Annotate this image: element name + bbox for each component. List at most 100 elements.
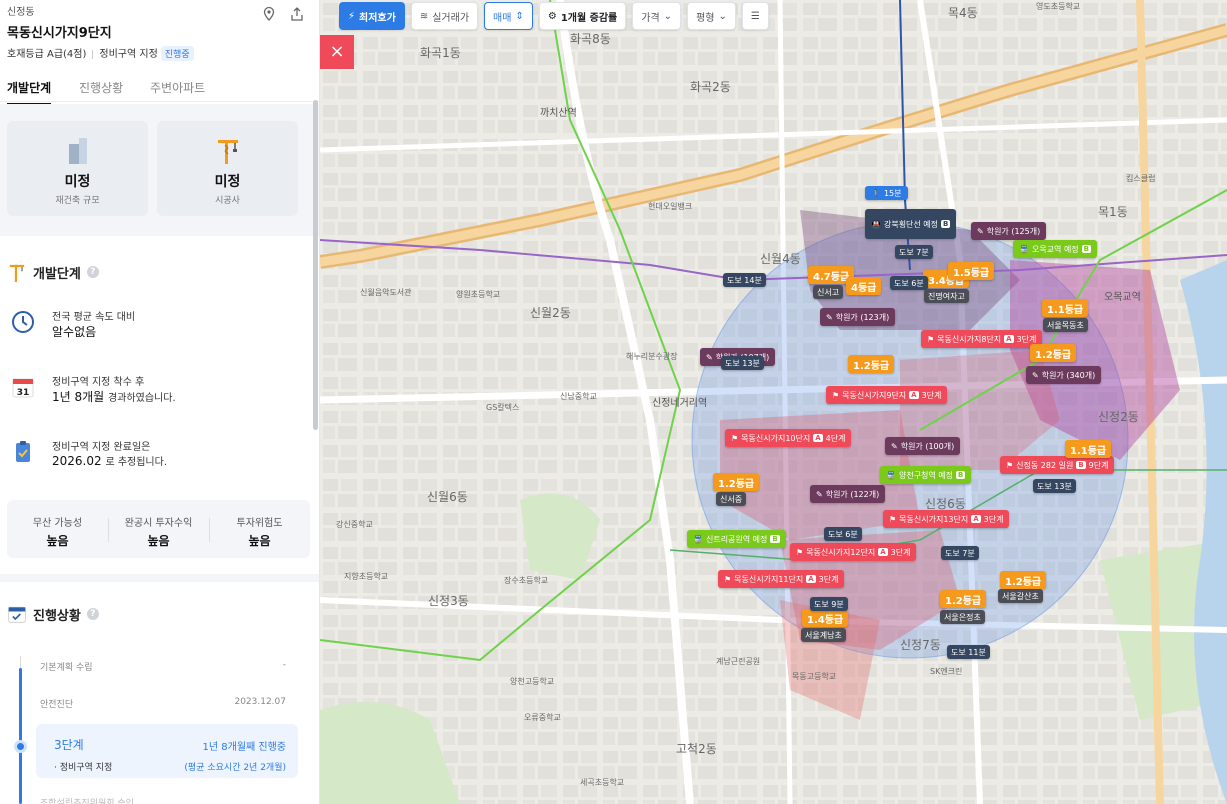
poi-label: 목동고등학교	[792, 672, 837, 681]
complex-label[interactable]: ⚑ 목동신시가지13단지 A 3단계	[883, 510, 1010, 528]
complex-label[interactable]: ⚑ 신정동 282 일원 B 9단계	[1000, 456, 1115, 474]
complex-label[interactable]: ⚑ 목동신시가지11단지 A 3단계	[718, 570, 845, 588]
filter-change-rate[interactable]: ⚙ 1개월 증감률	[538, 2, 627, 30]
poi-label: SK엔크린	[930, 667, 963, 676]
rail-label[interactable]: 🚇 강북횡단선 예정 B	[865, 209, 957, 239]
location-pin-icon[interactable]	[261, 6, 277, 22]
academy-label[interactable]: ✎ 학원가 (122개)	[810, 485, 886, 503]
academy-label[interactable]: ✎ 학원가 (340개)	[1026, 366, 1102, 384]
completion-value: 2026.02 로 추정됩니다.	[52, 453, 167, 468]
rebuild-scale-value: 미정	[64, 174, 91, 190]
grade-marker[interactable]: 1.1등급	[1042, 299, 1089, 317]
station-chip[interactable]: 🚆 신트리공원역 예정 B	[687, 530, 786, 548]
status-badge: 진행중	[160, 46, 194, 61]
panel-scrollbar[interactable]	[313, 100, 318, 430]
academy-label[interactable]: ✎ 학원가 (125개)	[971, 222, 1047, 240]
poi-label: 현대오일뱅크	[648, 202, 693, 211]
map-view[interactable]: 화곡1동 화곡8동 화곡2동 까치산역 신월4동 신월2동 신월6동 신정3동 …	[320, 0, 1227, 804]
complex-label[interactable]: ⚑ 목동신시가지9단지 A 3단계	[826, 386, 948, 404]
complex-label[interactable]: ⚑ 목동신시가지10단지 A 4단계	[725, 429, 852, 447]
complex-tag: A	[1004, 335, 1014, 343]
dev-stage-section-title: 개발단계 ?	[7, 262, 99, 282]
grade-marker[interactable]: 1.2등급	[1000, 571, 1047, 589]
poi-label: 양천고등학교	[510, 677, 555, 686]
dong-label: 신정동	[7, 7, 35, 18]
grade-marker[interactable]: 1.4등급	[802, 609, 849, 627]
grade-line: 호재등급 A급(4점) 정비구역 지정 진행중	[7, 45, 194, 61]
place-label: 신월2동	[530, 306, 571, 320]
grade-marker[interactable]: 1.1등급	[1065, 440, 1112, 458]
walk-label: 도보 6분	[824, 527, 862, 541]
tab-bar: 개발단계 진행상황 주변아파트	[0, 72, 319, 105]
chevron-down-icon: ⌄	[718, 10, 727, 22]
timeline-item-safety-check: 안전진단	[40, 700, 74, 710]
academy-label[interactable]: ✎ 학원가 (123개)	[820, 308, 896, 326]
calendar-day: 31	[17, 388, 30, 398]
poi-label: 해누리분수광장	[626, 352, 678, 361]
filter-trade-type[interactable]: 매매 ⇕	[484, 2, 533, 30]
timeline-date: 2023.12.07	[234, 697, 286, 707]
map-canvas[interactable]	[320, 0, 1227, 804]
tab-nearby-apartments[interactable]: 주변아파트	[150, 79, 205, 96]
grade-marker[interactable]: 1.2등급	[848, 355, 895, 373]
filter-label: 평형	[696, 12, 715, 24]
grade-marker[interactable]: 1.2등급	[940, 590, 987, 608]
share-icon[interactable]	[289, 6, 305, 22]
tab-dev-stage[interactable]: 개발단계	[7, 79, 52, 105]
walk-icon: 🚶	[871, 188, 881, 198]
timeline-current-dot	[14, 740, 27, 753]
academy-text: 학원가 (122개)	[825, 489, 880, 499]
flag-icon: ⚑	[889, 514, 897, 524]
current-designation: · 정비구역 지정	[54, 763, 113, 773]
grade-marker[interactable]: 1.5등급	[948, 262, 995, 280]
station-tag: B	[1081, 245, 1092, 253]
complex-stage: 4단계	[825, 433, 846, 443]
place-label: 목4동	[948, 6, 978, 20]
grade-marker[interactable]: 1.2등급	[713, 473, 760, 491]
help-icon[interactable]: ?	[86, 608, 99, 620]
complex-label[interactable]: ⚑ 목동신시가지12단지 A 3단계	[790, 543, 917, 561]
clipboard-icon	[16, 441, 30, 462]
filter-label: 매매	[493, 12, 512, 24]
complex-text: 목동신시가지13단지	[899, 514, 969, 524]
filter-real-price[interactable]: ≋ 실거래가	[410, 2, 479, 30]
train-icon: 🚆	[886, 470, 896, 480]
flag-icon: ⚑	[731, 433, 739, 443]
academy-text: 학원가 (340개)	[1041, 370, 1096, 380]
filter-price[interactable]: 가격 ⌄	[632, 2, 682, 30]
walk-label: 도보 13분	[721, 356, 764, 370]
stat-label: 투자위험도	[236, 518, 283, 529]
filter-lowest-price[interactable]: ⚡ 최저호가	[339, 2, 405, 30]
place-label: 신월6동	[427, 490, 468, 504]
map-filter-toolbar: ⚡ 최저호가 ≋ 실거래가 매매 ⇕ ⚙ 1개월 증감률 가격 ⌄ 평형 ⌄ ☰	[339, 2, 769, 30]
walk-time-marker[interactable]: 🚶 15분	[865, 186, 908, 200]
filter-size[interactable]: 평형 ⌄	[687, 2, 736, 30]
filter-settings-button[interactable]: ☰	[741, 2, 769, 30]
walk-label: 도보 11분	[947, 645, 990, 659]
tab-progress[interactable]: 진행상황	[79, 79, 123, 96]
progress-section-title: 진행상황 ?	[7, 604, 99, 624]
station-chip[interactable]: 🚆 양천구청역 예정 B	[880, 466, 972, 484]
completion-main: 2026.02	[52, 454, 102, 468]
station-chip[interactable]: 🚆 오목교역 예정 B	[1013, 240, 1098, 258]
investment-return: 완공시 투자수익 높음	[108, 514, 209, 549]
poi-label: 신월음악도서관	[360, 288, 412, 297]
complex-stage: 9단계	[1088, 460, 1109, 470]
pencil-icon: ✎	[816, 489, 823, 499]
timeline-date: -	[282, 660, 286, 670]
complex-text: 목동신시가지11단지	[734, 574, 804, 584]
academy-label[interactable]: ✎ 학원가 (100개)	[885, 437, 961, 455]
grade-marker[interactable]: 1.2등급	[1030, 344, 1077, 362]
station-text: 오목교역 예정	[1031, 244, 1079, 254]
pencil-icon: ✎	[1032, 370, 1039, 380]
complex-label[interactable]: ⚑ 목동신시가지8단지 A 3단계	[921, 330, 1043, 348]
help-icon[interactable]: ?	[86, 266, 99, 278]
stack-icon: ≋	[419, 10, 429, 22]
stat-value: 높음	[147, 534, 170, 548]
close-panel-button[interactable]: ×	[320, 35, 354, 69]
place-label: 신정7동	[900, 638, 941, 652]
grade-marker[interactable]: 4등급	[846, 277, 882, 295]
walk-time: 15분	[883, 188, 902, 198]
complex-stage: 3단계	[818, 574, 839, 584]
place-label: 신정3동	[428, 594, 469, 608]
